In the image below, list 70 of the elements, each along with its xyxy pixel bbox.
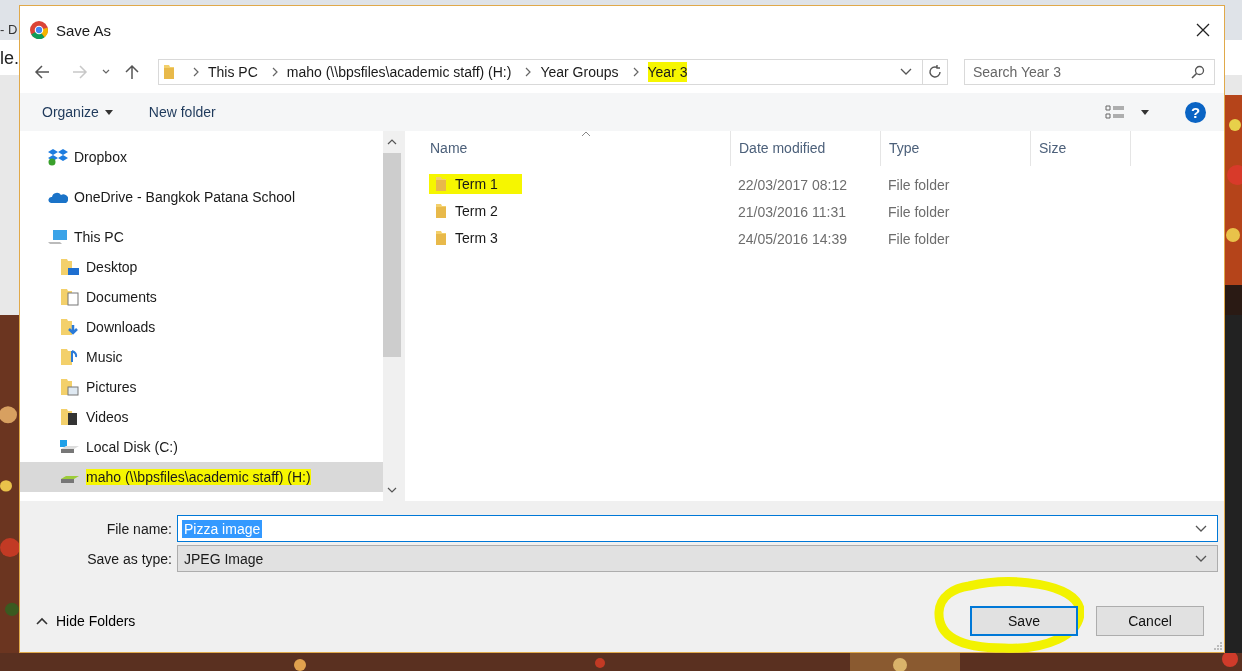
- folder-icon: [60, 378, 80, 396]
- field-label: Save as type:: [86, 550, 173, 567]
- folder-icon: [60, 408, 80, 426]
- dropdown-caret-icon[interactable]: [900, 68, 912, 76]
- computer-icon: [48, 228, 68, 246]
- caret-icon: [36, 617, 48, 625]
- app-icon: [30, 21, 48, 39]
- help-button[interactable]: ?: [1185, 101, 1206, 123]
- disk-drive-icon: [60, 440, 80, 454]
- view-options-icon[interactable]: [1105, 105, 1125, 119]
- column-header[interactable]: Date modified: [731, 131, 881, 166]
- dropdown-caret-icon[interactable]: [1195, 554, 1207, 563]
- up-arrow-icon[interactable]: [124, 64, 140, 80]
- back-arrow-icon[interactable]: [34, 64, 50, 80]
- scroll-down-icon[interactable]: [387, 487, 397, 493]
- breadcrumb[interactable]: This PC: [208, 62, 258, 82]
- dropbox-icon: [48, 148, 68, 166]
- dialog-button[interactable]: Save: [970, 606, 1078, 636]
- folder-icon: [60, 288, 80, 306]
- hide-folders-button[interactable]: Hide Folders: [32, 609, 140, 633]
- nav-item[interactable]: Videos: [20, 402, 383, 432]
- new-folder-button[interactable]: New folder: [138, 100, 226, 124]
- breadcrumb[interactable]: maho (\\bpsfiles\academic staff) (H:): [286, 62, 512, 82]
- column-header[interactable]: Size: [1031, 131, 1131, 166]
- nav-item[interactable]: maho (\\bpsfiles\academic staff) (H:): [20, 462, 383, 492]
- chevron-icon[interactable]: [193, 67, 199, 77]
- organize-menu-button[interactable]: Organize: [32, 100, 123, 124]
- folder-icon: [435, 230, 447, 246]
- tab-title[interactable]: - D: [0, 22, 18, 37]
- address-text: le.: [0, 48, 19, 69]
- close-icon[interactable]: [1196, 23, 1210, 37]
- search-icon[interactable]: [1191, 65, 1205, 79]
- nav-item[interactable]: Desktop: [20, 252, 383, 282]
- nav-item[interactable]: Documents: [20, 282, 383, 312]
- file-row[interactable]: Term 1 22/03/2017 08:12 File folder: [405, 171, 1224, 198]
- folder-icon: [435, 203, 447, 219]
- folder-icon: [60, 318, 80, 336]
- folder-icon: [163, 64, 175, 80]
- nav-item[interactable]: Pictures: [20, 372, 383, 402]
- folder-icon: [60, 348, 80, 366]
- breadcrumb[interactable]: Year Groups: [540, 62, 619, 82]
- dropdown-caret-icon[interactable]: [1195, 524, 1207, 533]
- address-bar[interactable]: This PC maho (\\bpsfiles\academic staff) (H:) Year Groups Year 3: [158, 59, 948, 85]
- nav-item[interactable]: Downloads: [20, 312, 383, 342]
- column-header[interactable]: Type: [881, 131, 1031, 166]
- folder-icon: [435, 176, 447, 192]
- field-label: File name:: [105, 520, 173, 537]
- caret-icon[interactable]: [1141, 109, 1149, 115]
- file-type-dropdown[interactable]: JPEG Image: [177, 545, 1218, 572]
- breadcrumb[interactable]: Year 3: [647, 62, 688, 82]
- file-row[interactable]: Term 3 24/05/2016 14:39 File folder: [405, 225, 1224, 252]
- caret-icon[interactable]: [102, 69, 110, 75]
- scrollbar[interactable]: [383, 131, 401, 501]
- column-header[interactable]: Name: [405, 131, 731, 166]
- window-title: Save As: [56, 21, 112, 39]
- resize-grip-icon[interactable]: [1212, 640, 1222, 650]
- chevron-icon[interactable]: [632, 67, 639, 77]
- nav-item[interactable]: Music: [20, 342, 383, 372]
- folder-icon: [60, 258, 80, 276]
- nav-item[interactable]: OneDrive - Bangkok Patana School: [20, 182, 383, 212]
- search-field[interactable]: Search Year 3: [964, 59, 1215, 85]
- chevron-icon[interactable]: [271, 67, 278, 77]
- nav-item[interactable]: This PC: [20, 222, 383, 252]
- dialog-button[interactable]: Cancel: [1096, 606, 1204, 636]
- caret-icon: [104, 109, 113, 115]
- nav-item[interactable]: Dropbox: [20, 142, 383, 172]
- nav-item[interactable]: Local Disk (C:): [20, 432, 383, 462]
- scroll-up-icon[interactable]: [387, 139, 397, 145]
- chevron-icon[interactable]: [525, 67, 532, 77]
- file-row[interactable]: Term 2 21/03/2016 11:31 File folder: [405, 198, 1224, 225]
